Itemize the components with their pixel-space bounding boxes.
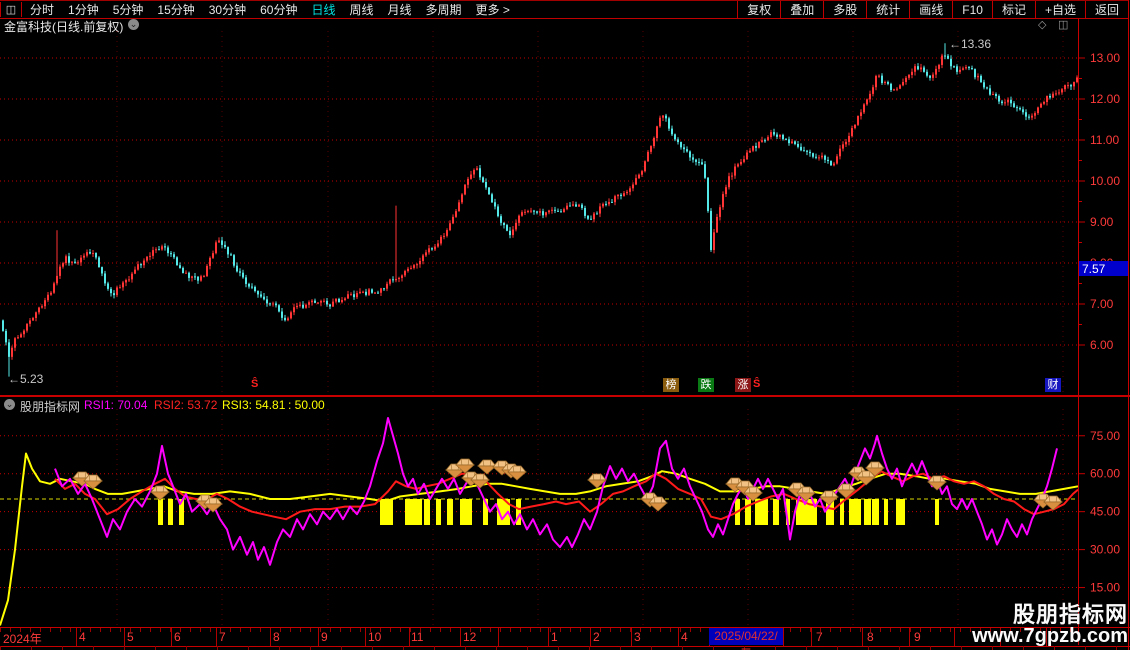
title-dropdown-icon[interactable]: ⌄ [128,19,139,30]
month-divider [76,628,77,646]
period-menu: 分时 1分钟 5分钟 15分钟 30分钟 60分钟 日线 周线 月线 多周期 更多 > [22,1,737,18]
month-divider [631,628,632,646]
sell-marker-0: Ŝ [251,378,259,390]
month-divider [862,628,863,646]
svg-text:45.00: 45.00 [1090,505,1120,519]
month-divider [409,628,410,646]
sell-marker-1: Ŝ [753,378,761,390]
time-label-1: 4 [79,630,86,644]
trading-app-window: ◫ 分时 1分钟 5分钟 15分钟 30分钟 60分钟 日线 周线 月线 多周期 更多 > 复权 叠加… [0,0,1130,650]
menu-item-4[interactable]: 30分钟 [209,1,246,18]
time-label-12: 3 [634,630,641,644]
svg-text:15.00: 15.00 [1090,581,1120,595]
menu-item-8[interactable]: 月线 [388,1,412,18]
menu-item-6[interactable]: 日线 [311,1,335,18]
menu-item-2[interactable]: 5分钟 [113,1,144,18]
month-divider [548,628,549,646]
time-label-3: 6 [174,630,181,644]
svg-text:60.00: 60.00 [1090,467,1120,481]
time-label-8: 11 [411,630,424,644]
month-divider [460,628,461,646]
time-label-13: 4 [681,630,688,644]
month-divider [124,628,125,646]
menu-item-9[interactable]: 多周期 [426,1,462,18]
time-axis[interactable]: 2025/04/22/二 2024年4567891011121234789 [0,627,1130,650]
svg-text:7.00: 7.00 [1090,297,1114,311]
time-label-7: 10 [368,630,382,644]
month-divider [678,628,679,646]
time-label-11: 2 [593,630,600,644]
tool-item-1[interactable]: 叠加 [780,1,823,18]
right-frame [1128,0,1129,650]
tool-item-8[interactable]: 返回 [1084,1,1129,18]
month-divider [498,628,499,646]
month-divider [171,628,172,646]
badge-财[interactable]: 财 [1045,378,1061,392]
diamond-icon[interactable]: ◇ [1038,18,1046,31]
svg-text:30.00: 30.00 [1090,543,1120,557]
current-date-badge: 2025/04/22/二 [709,628,783,650]
time-label-9: 12 [463,630,477,644]
month-divider [590,628,591,646]
menu-item-5[interactable]: 60分钟 [260,1,297,18]
time-label-4: 7 [219,630,226,644]
time-label-14: 7 [816,630,823,644]
month-divider [216,628,217,646]
month-divider [783,628,784,646]
tool-item-2[interactable]: 多股 [823,1,866,18]
menu-item-3[interactable]: 15分钟 [157,1,194,18]
svg-text:7.57: 7.57 [1082,262,1106,276]
indicator-header: ⌄ 股朋指标网 RSI1: 70.04 RSI2: 53.72 RSI3: 54.8… [0,396,1130,414]
tool-item-5[interactable]: F10 [952,1,992,18]
rsi-panel[interactable]: 75.00 60.00 45.00 30.00 15.00 [0,409,1130,627]
svg-text:11.00: 11.00 [1090,133,1119,147]
axis-divider [1078,18,1079,645]
tool-item-4[interactable]: 画线 [909,1,952,18]
time-label-15: 8 [867,630,874,644]
svg-text:12.00: 12.00 [1090,92,1120,106]
month-divider [954,628,955,646]
layout-toggle-icon[interactable]: ◫ [0,2,22,17]
svg-text:←5.23: ←5.23 [8,372,44,386]
badge-涨[interactable]: 涨 [735,378,751,392]
time-label-6: 9 [321,630,328,644]
watermark-name: 股朋指标网 [1012,601,1128,627]
month-divider [270,628,271,646]
titlebar: 金富科技(日线.前复权) ⌄ ◇ ◫ [0,18,1130,34]
time-label-2: 5 [127,630,134,644]
badge-榜[interactable]: 榜 [663,378,679,392]
tool-item-7[interactable]: +自选 [1034,1,1085,18]
time-label-16: 9 [914,630,921,644]
candlestick-chart[interactable]: 13.0012.0011.0010.009.008.007.006.00←13.… [0,31,1130,396]
svg-text:←13.36: ←13.36 [949,37,991,51]
time-label-5: 8 [273,630,280,644]
menu-item-1[interactable]: 1分钟 [68,1,99,18]
svg-text:6.00: 6.00 [1090,338,1114,352]
svg-text:9.00: 9.00 [1090,215,1114,229]
time-label-10: 1 [551,630,558,644]
month-divider [365,628,366,646]
tool-item-0[interactable]: 复权 [737,1,780,18]
svg-text:13.00: 13.00 [1090,51,1120,65]
time-label-0: 2024年 [3,632,42,646]
badge-跌[interactable]: 跌 [698,378,714,392]
tool-item-6[interactable]: 标记 [991,1,1035,18]
cutoff-row [0,646,1130,650]
menu-item-0[interactable]: 分时 [30,1,54,18]
svg-text:75.00: 75.00 [1090,429,1120,443]
menu-item-7[interactable]: 周线 [349,1,373,18]
month-divider [318,628,319,646]
watermark: 股朋指标网 www.7gpzb.com [972,603,1128,647]
month-divider [909,628,910,646]
panel-layout-icon[interactable]: ◫ [1058,18,1068,31]
month-divider [811,628,812,646]
watermark-url: www.7gpzb.com [972,625,1128,647]
top-menubar: ◫ 分时 1分钟 5分钟 15分钟 30分钟 60分钟 日线 周线 月线 多周期 更多 > 复权 叠加… [0,0,1129,19]
menu-item-10[interactable]: 更多 > [476,1,510,18]
tools-menu: 复权 叠加 多股 统计 画线 F10 标记 +自选 返回 [737,1,1129,18]
svg-text:10.00: 10.00 [1090,174,1120,188]
tool-item-3[interactable]: 统计 [866,1,909,18]
